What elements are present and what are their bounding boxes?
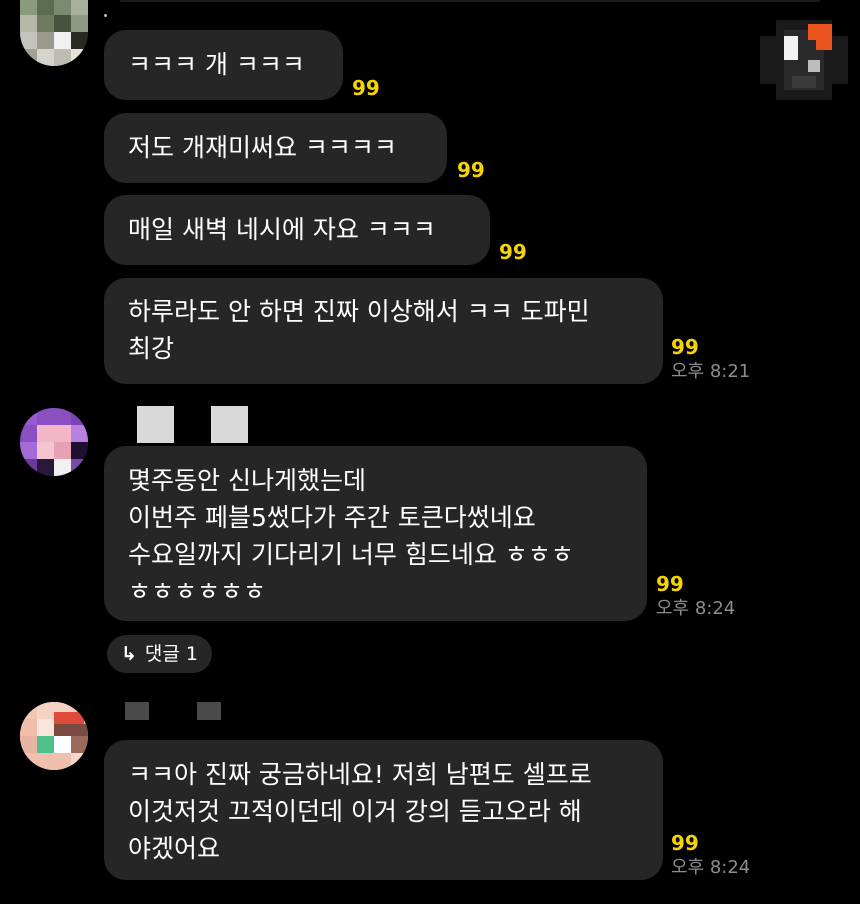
message-text-line: ㅋㅋ아 진짜 궁금하네요! 저희 남편도 셀프로 bbox=[128, 760, 592, 789]
sender-avatar-3[interactable] bbox=[20, 702, 88, 770]
message-bubble[interactable]: 저도 개재미써요 ㅋㅋㅋㅋ bbox=[104, 113, 447, 183]
message-timestamp: 오후 8:24 bbox=[671, 857, 751, 878]
message-text-line: 이것저것 끄적이던데 이거 강의 듣고오라 해 bbox=[128, 797, 582, 826]
previous-message-edge bbox=[120, 0, 820, 2]
message-text-line: 야겠어요 bbox=[128, 834, 221, 863]
message-bubble[interactable]: 매일 새벽 네시에 자요 ㅋㅋㅋ bbox=[104, 195, 490, 265]
reply-thread-button[interactable]: ↳ 댓글 1 bbox=[107, 635, 213, 673]
unread-count: 99 bbox=[352, 76, 380, 100]
unread-count: 99 bbox=[499, 240, 527, 264]
message-bubble[interactable]: 몇주동안 신나게했는데 이번주 페블5썼다가 주간 토큰다썼네요 수요일까지 기… bbox=[104, 446, 647, 621]
unread-count: 99 bbox=[671, 335, 699, 359]
message-timestamp: 오후 8:21 bbox=[671, 361, 751, 382]
message-text-line: 몇주동안 신나게했는데 bbox=[128, 466, 366, 495]
message-text-line: 수요일까지 기다리기 너무 힘드네요 ㅎㅎㅎ bbox=[128, 540, 574, 569]
sender-avatar-2[interactable] bbox=[20, 408, 88, 476]
message-text: 저도 개재미써요 ㅋㅋㅋㅋ bbox=[128, 133, 397, 162]
sender-name-redacted bbox=[211, 406, 248, 443]
sender-avatar-1[interactable] bbox=[20, 0, 88, 66]
dot-marker bbox=[104, 14, 107, 17]
message-bubble[interactable]: ㅋㅋㅋ 개 ㅋㅋㅋ bbox=[104, 30, 343, 100]
unread-count: 99 bbox=[671, 831, 699, 855]
sender-name-redacted bbox=[137, 406, 174, 443]
unread-count: 99 bbox=[656, 572, 684, 596]
message-text-line: 이번주 페블5썼다가 주간 토큰다썼네요 bbox=[128, 503, 536, 532]
message-bubble[interactable]: 하루라도 안 하면 진짜 이상해서 ㅋㅋ 도파민 최강 bbox=[104, 278, 663, 384]
message-text-line: 하루라도 안 하면 진짜 이상해서 ㅋㅋ 도파민 bbox=[128, 297, 590, 326]
unread-count: 99 bbox=[457, 158, 485, 182]
message-bubble[interactable]: ㅋㅋ아 진짜 궁금하네요! 저희 남편도 셀프로 이것저것 끄적이던데 이거 강… bbox=[104, 740, 663, 880]
message-text: ㅋㅋㅋ 개 ㅋㅋㅋ bbox=[128, 50, 305, 79]
message-text: 매일 새벽 네시에 자요 ㅋㅋㅋ bbox=[128, 215, 436, 244]
message-text-line: 최강 bbox=[128, 334, 175, 363]
reply-arrow-icon: ↳ bbox=[121, 643, 137, 665]
sender-name-redacted bbox=[125, 702, 149, 720]
reply-count-label: 댓글 1 bbox=[144, 643, 199, 665]
sender-name-redacted bbox=[197, 702, 221, 720]
message-text-line: ㅎㅎㅎㅎㅎㅎ bbox=[128, 577, 267, 606]
floating-profile-icon[interactable] bbox=[760, 20, 848, 100]
message-timestamp: 오후 8:24 bbox=[656, 598, 736, 619]
